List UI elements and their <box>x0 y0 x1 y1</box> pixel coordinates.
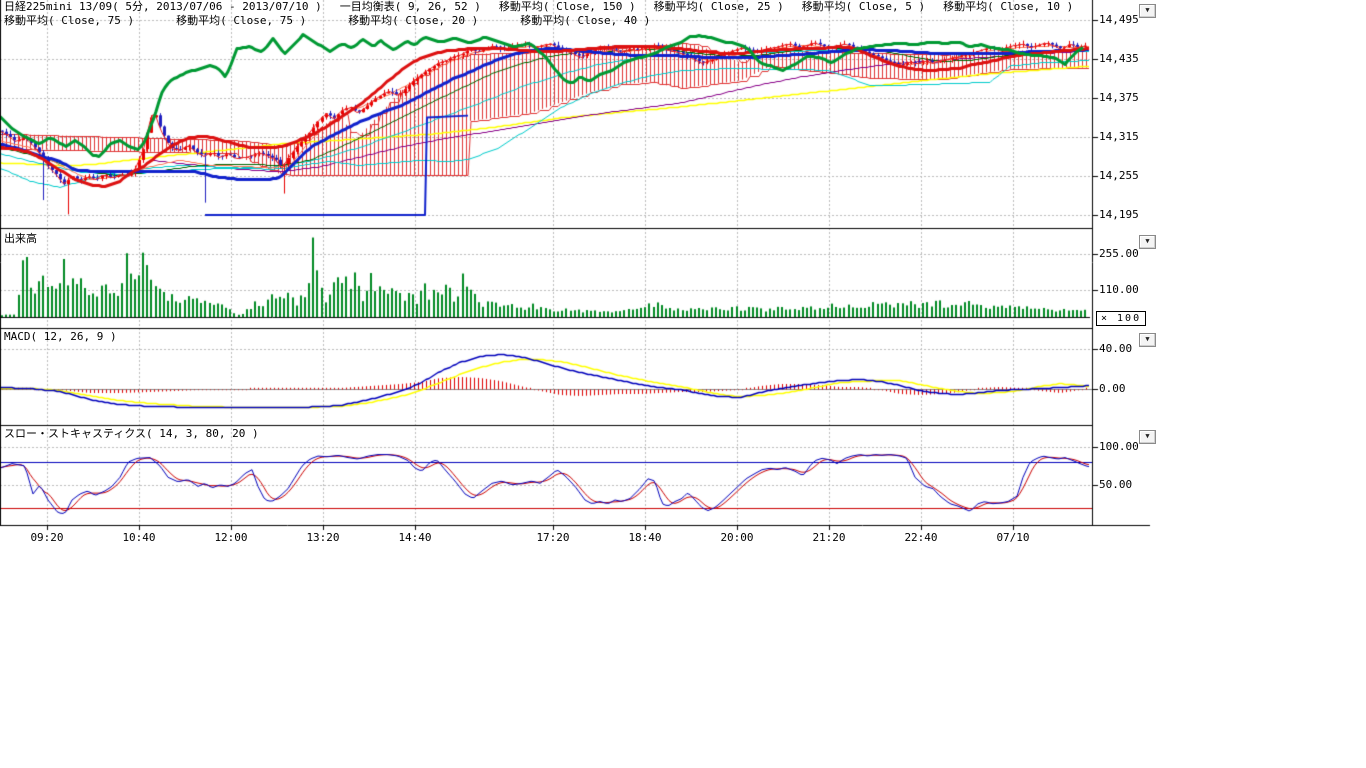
y-axis-tick-label: 14,375 <box>1099 92 1139 104</box>
legend-item: 移動平均( Close, 75 ) <box>176 14 306 27</box>
y-axis-tick-label: 14,495 <box>1099 14 1139 26</box>
x-axis-tick-label: 18:40 <box>621 532 669 544</box>
y-axis-tick-label: 14,195 <box>1099 209 1139 221</box>
legend-item: 移動平均( Close, 40 ) <box>520 14 650 27</box>
legend-line-2: 移動平均( Close, 75 ) 移動平均( Close, 75 ) 移動平均( … <box>4 15 692 27</box>
x-axis-tick-label: 13:20 <box>299 532 347 544</box>
y-axis-tick-label: 50.00 <box>1099 479 1132 491</box>
legend-item: 移動平均( Close, 150 ) <box>499 0 636 13</box>
x-axis-tick-label: 17:20 <box>529 532 577 544</box>
legend-item: 移動平均( Close, 75 ) <box>4 14 134 27</box>
legend-item: 一目均衡表( 9, 26, 52 ) <box>340 0 481 13</box>
stochastics-panel-dropdown-button[interactable]: ▼ <box>1139 430 1156 444</box>
x-axis-tick-label: 12:00 <box>207 532 255 544</box>
y-axis-tick-label: 100.00 <box>1099 441 1139 453</box>
legend-line-1: 日経225mini 13/09( 5分, 2013/07/06 - 2013/0… <box>4 1 1091 13</box>
y-axis-tick-label: 40.00 <box>1099 343 1132 355</box>
legend-item: 移動平均( Close, 20 ) <box>348 14 478 27</box>
y-axis-tick-label: 14,435 <box>1099 53 1139 65</box>
chart-application-window: 日経225mini 13/09( 5分, 2013/07/06 - 2013/0… <box>0 0 1366 768</box>
price-panel-dropdown-button[interactable]: ▼ <box>1139 4 1156 18</box>
volume-panel-title: 出来高 <box>4 233 37 245</box>
macd-panel-title: MACD( 12, 26, 9 ) <box>4 331 117 343</box>
y-axis-tick-label: 110.00 <box>1099 284 1139 296</box>
macd-panel-dropdown-button[interactable]: ▼ <box>1139 333 1156 347</box>
legend-item: 移動平均( Close, 25 ) <box>654 0 784 13</box>
x-axis-tick-label: 09:20 <box>23 532 71 544</box>
x-axis-tick-label: 20:00 <box>713 532 761 544</box>
x-axis-tick-label: 14:40 <box>391 532 439 544</box>
legend-item: 移動平均( Close, 10 ) <box>943 0 1073 13</box>
x-axis-tick-label: 07/10 <box>989 532 1037 544</box>
chart-canvas[interactable] <box>0 0 1366 768</box>
y-axis-tick-label: 14,255 <box>1099 170 1139 182</box>
volume-multiplier-badge: × 100 <box>1096 311 1146 326</box>
x-axis-tick-label: 10:40 <box>115 532 163 544</box>
y-axis-tick-label: 255.00 <box>1099 248 1139 260</box>
y-axis-tick-label: 14,315 <box>1099 131 1139 143</box>
legend-item: 日経225mini 13/09( 5分, 2013/07/06 - 2013/0… <box>4 0 322 13</box>
x-axis-tick-label: 21:20 <box>805 532 853 544</box>
legend-item: 移動平均( Close, 5 ) <box>802 0 925 13</box>
y-axis-tick-label: 0.00 <box>1099 383 1126 395</box>
stochastics-panel-title: スロー・ストキャスティクス( 14, 3, 80, 20 ) <box>4 428 259 440</box>
volume-panel-dropdown-button[interactable]: ▼ <box>1139 235 1156 249</box>
x-axis-tick-label: 22:40 <box>897 532 945 544</box>
